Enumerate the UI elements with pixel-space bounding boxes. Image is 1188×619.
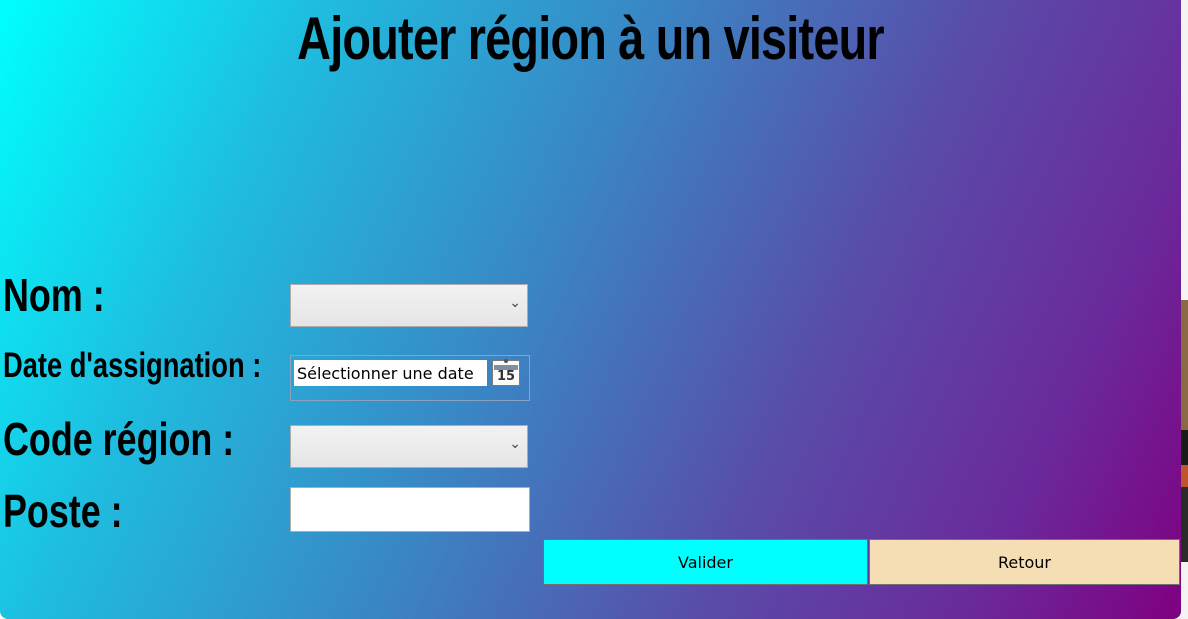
page-title: Ajouter région à un visiteur (297, 5, 884, 72)
calendar-day: 15 (496, 369, 516, 384)
date-input[interactable]: Sélectionner une date (294, 360, 487, 386)
code-region-label: Code région : (3, 413, 235, 465)
date-assignation-label: Date d'assignation : (3, 346, 262, 385)
nom-label: Nom : (3, 269, 105, 321)
retour-button[interactable]: Retour (869, 539, 1180, 585)
nom-combobox[interactable]: ⌄ (290, 284, 528, 327)
calendar-ring (504, 359, 508, 363)
chevron-down-icon: ⌄ (509, 436, 521, 452)
valider-button[interactable]: Valider (543, 539, 868, 585)
code-region-combobox[interactable]: ⌄ (290, 425, 528, 468)
poste-input[interactable] (290, 487, 530, 532)
date-picker[interactable]: Sélectionner une date 15 (290, 355, 530, 401)
calendar-icon[interactable]: 15 (492, 359, 520, 386)
chevron-down-icon: ⌄ (509, 295, 521, 311)
poste-label: Poste : (3, 485, 123, 537)
add-region-window: Ajouter région à un visiteur Nom : ⌄ Dat… (0, 0, 1181, 619)
